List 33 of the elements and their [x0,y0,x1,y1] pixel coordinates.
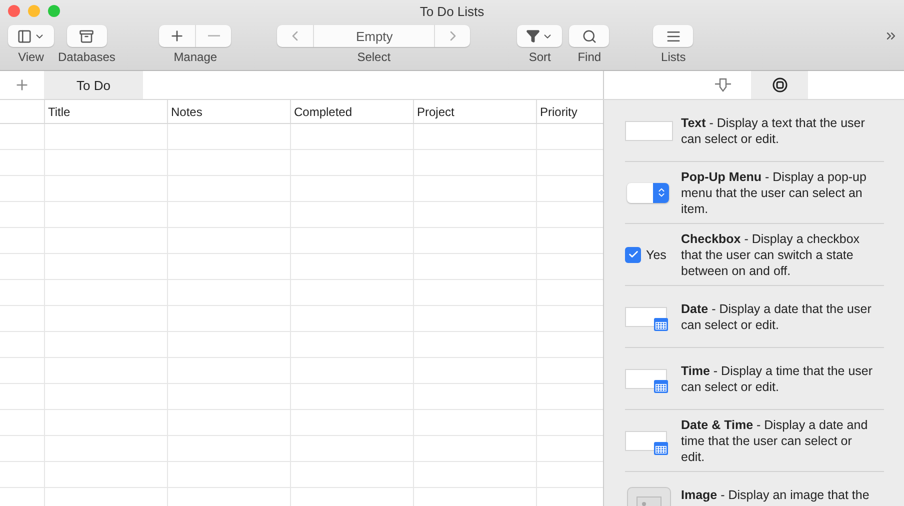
toolbar-label: Sort [528,50,551,64]
column-header[interactable]: Completed [290,100,413,123]
minus-icon [208,35,220,37]
column-header[interactable]: Project [413,100,536,123]
checkbox-label: Yes [646,248,666,262]
filter-icon [526,29,540,43]
list-tab[interactable]: To Do [44,71,143,99]
field-types-icon [772,77,788,93]
field-type-description: Text - Display a text that the user can select or edit. [681,114,866,146]
text-field-preview [625,120,673,140]
field-types-tab[interactable] [751,71,808,99]
sidebar-icon [17,28,32,44]
column-header[interactable]: Priority [536,100,603,123]
field-type-description: Date & Time - Display a date and time that the user can select or edit. [681,416,869,464]
toolbar-label: Select [357,50,391,64]
column-header[interactable]: Title [44,100,167,123]
column-header[interactable]: Notes [167,100,290,123]
window-title: To Do Lists [420,4,484,18]
toolbar-label: Manage [174,50,218,64]
toolbar-label: Lists [661,50,686,64]
toolbar-label: View [18,50,44,64]
plus-icon [14,77,30,93]
field-type-description: Pop-Up Menu - Display a pop-up menu that the user can select an item. [681,168,868,216]
field-type-description: Date - Display a date that the user can select or edit. [681,300,872,332]
field-type-description: Image - Display an image that the [681,487,870,503]
archive-box-icon [79,28,94,44]
list-icon [666,28,681,44]
toolbar-label: Find [578,50,602,64]
pin-icon [714,77,732,93]
search-icon [582,28,597,44]
field-type-description: Time - Display a time that the user can select or edit. [681,362,874,394]
field-type-description: Checkbox - Display a checkbox that the user can switch a state between on and off. [681,230,861,278]
toolbar-label: Databases [58,50,116,64]
